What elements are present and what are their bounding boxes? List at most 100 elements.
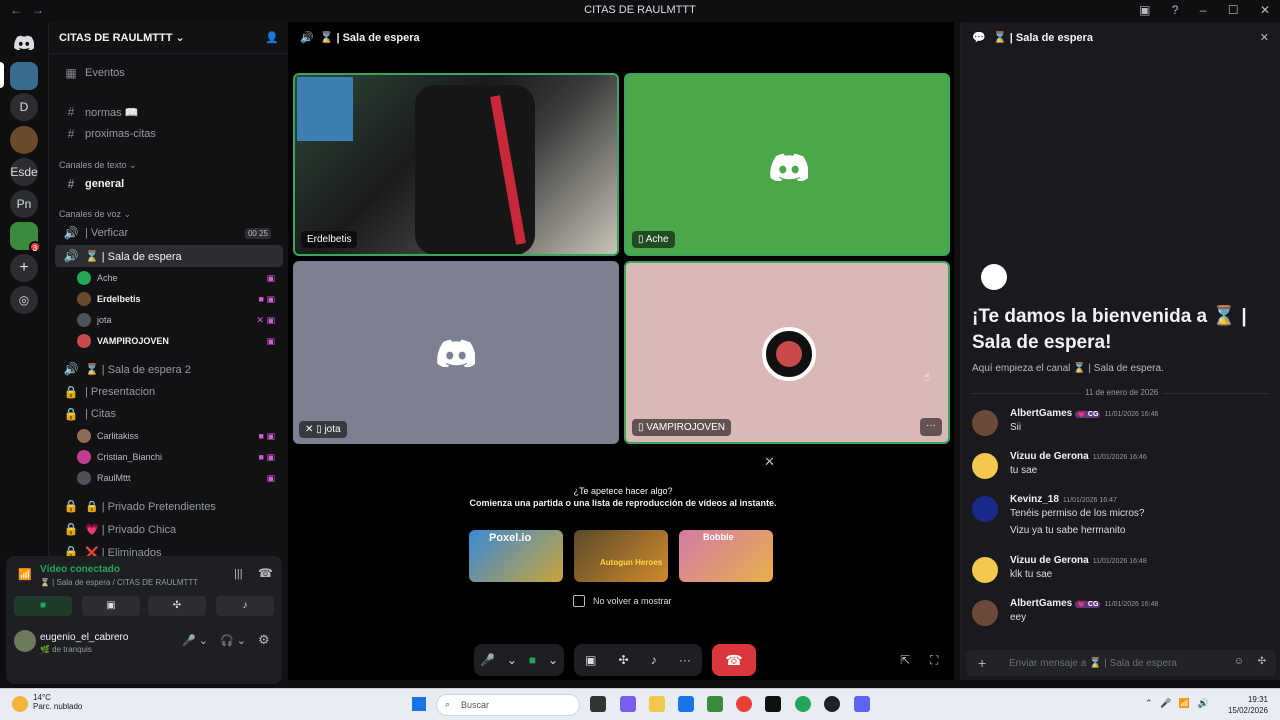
add-attachment-icon[interactable]: + [978, 655, 986, 671]
voice-channel-verficar[interactable]: 🔊 | Verficar 00 25 [55, 222, 283, 244]
store-icon[interactable] [678, 696, 694, 712]
github-icon[interactable] [824, 696, 840, 712]
close-window-button[interactable]: ✕ [1260, 3, 1270, 17]
windows-start-icon[interactable] [412, 697, 426, 711]
weather-widget[interactable]: 14°C Parc. nublado [33, 693, 82, 711]
invite-people-icon[interactable]: 👤 [265, 31, 279, 44]
microphone-icon[interactable]: 🎤 ⌄ [182, 634, 208, 647]
more-options-icon[interactable]: ··· [920, 418, 942, 436]
screen-share-icon[interactable]: ▣ [585, 653, 596, 667]
headphones-icon[interactable]: 🎧 ⌄ [220, 634, 246, 647]
maximize-button[interactable]: ☐ [1228, 3, 1239, 17]
discord-taskbar-icon[interactable] [854, 696, 870, 712]
camera-toggle-button[interactable]: ■ [14, 596, 72, 616]
voice-channel-info[interactable]: ⌛ | Sala de espera / CITAS DE RAULMTTT [40, 578, 198, 587]
taskbar-search[interactable]: ⌕ Buscar [436, 694, 580, 716]
voice-user[interactable]: Erdelbetis ■ ▣ [77, 289, 281, 309]
voice-user[interactable]: Ache ▣ [77, 268, 281, 288]
message-input-box[interactable]: + Enviar mensaje a ⌛ | Sala de espera ☺ … [966, 650, 1276, 676]
server-pn-icon[interactable]: Pn [10, 190, 38, 218]
voice-user[interactable]: Carlitakiss ■ ▣ [77, 426, 281, 446]
add-server-icon[interactable]: + [10, 254, 38, 282]
voice-channel-sala-de-espera[interactable]: 🔊 ⌛ | Sala de espera [55, 245, 283, 267]
voice-user[interactable]: Cristian_Bianchi ■ ▣ [77, 447, 281, 467]
voice-user[interactable]: RaulMttt ▣ [77, 468, 281, 488]
voice-channel-citas[interactable]: 🔒 | Citas [55, 403, 283, 425]
channel-normas[interactable]: # normas 📖 [55, 101, 283, 123]
voice-channel-privado-pretendientes[interactable]: 🔒 🔒 | Privado Pretendientes [55, 495, 283, 517]
camera-icon[interactable]: ■ [529, 653, 536, 667]
voice-channel-sala-de-espera-2[interactable]: 🔊 ⌛ | Sala de espera 2 [55, 358, 283, 380]
category-text[interactable]: Canales de texto ⌄ [59, 160, 137, 171]
activities-icon[interactable]: ✣ [619, 653, 629, 667]
message-input[interactable]: Enviar mensaje a ⌛ | Sala de espera [1009, 658, 1177, 669]
discover-icon[interactable]: ◎ [10, 286, 38, 314]
avatar[interactable] [972, 410, 998, 436]
taskbar-clock[interactable]: 19:31 15/02/2026 [1228, 694, 1268, 716]
close-chat-button[interactable]: ✕ [1260, 31, 1269, 44]
message-author[interactable]: AlbertGames [1010, 408, 1072, 419]
soundboard-icon[interactable]: ♪ [651, 653, 657, 667]
minimize-button[interactable]: – [1200, 3, 1207, 17]
game-card-bobble[interactable]: Bobble [679, 530, 773, 582]
server-avatar-icon[interactable] [10, 126, 38, 154]
browser-icon[interactable] [795, 696, 811, 712]
video-tile-vampirojoven[interactable]: ▯ VAMPIROJOVEN ··· [624, 261, 950, 444]
channel-proximas-citas[interactable]: # proximas-citas [55, 123, 283, 145]
app-icon[interactable] [707, 696, 723, 712]
message-author[interactable]: AlbertGames [1010, 598, 1072, 609]
signal-icon[interactable]: 📶 [18, 568, 32, 581]
no-show-checkbox[interactable] [573, 595, 585, 607]
tiktok-icon[interactable] [765, 696, 781, 712]
screen-share-button[interactable]: ▣ [82, 596, 140, 616]
file-explorer-icon[interactable] [649, 696, 665, 712]
video-tile-ache[interactable]: ▯ Ache [624, 73, 950, 256]
apps-icon[interactable]: ✣ [1258, 656, 1266, 667]
voice-user[interactable]: VAMPIROJOVEN ▣ [77, 331, 281, 351]
weather-icon[interactable] [12, 696, 28, 712]
hang-up-button[interactable]: ☎ [712, 644, 756, 676]
username[interactable]: eugenio_el_cabrero [40, 632, 128, 643]
close-activity-button[interactable]: ✕ [764, 454, 775, 470]
avatar[interactable] [972, 496, 998, 522]
voice-channel-presentacion[interactable]: 🔒 | Presentacion [55, 381, 283, 403]
copilot-icon[interactable] [620, 696, 636, 712]
chevron-down-icon[interactable]: ⌄ [548, 653, 558, 667]
video-tile-erdelbetis[interactable]: Erdelbetis [293, 73, 619, 256]
task-view-icon[interactable] [590, 696, 606, 712]
avatar[interactable] [972, 453, 998, 479]
activities-button[interactable]: ✣ [148, 596, 206, 616]
chevron-down-icon[interactable]: ⌄ [507, 653, 517, 667]
message-author[interactable]: Vizuu de Gerona [1010, 555, 1089, 566]
help-icon[interactable]: ? [1172, 3, 1179, 17]
popout-icon[interactable]: ⇱ [900, 653, 910, 667]
game-card-poxel[interactable]: Poxel.io [469, 530, 563, 582]
user-avatar[interactable] [14, 630, 36, 652]
disconnect-icon[interactable]: ☎ [258, 566, 273, 580]
voice-user[interactable]: jota ✕ ▣ [77, 310, 281, 330]
inbox-icon[interactable]: ▣ [1139, 3, 1150, 17]
settings-gear-icon[interactable]: ⚙ [258, 632, 270, 648]
server-esde-icon[interactable]: Esde [10, 158, 38, 186]
chrome-icon[interactable] [736, 696, 752, 712]
noise-suppression-icon[interactable]: ||| [234, 568, 243, 580]
system-tray-icons[interactable]: ⌃ 🎤 📶 🔊 [1145, 698, 1209, 709]
channel-general[interactable]: # general [55, 173, 283, 195]
server-citas-icon[interactable] [10, 62, 38, 90]
message-author[interactable]: Kevinz_18 [1010, 494, 1059, 505]
avatar[interactable] [972, 557, 998, 583]
events-item[interactable]: ▦ Eventos [55, 62, 283, 84]
discord-home-icon[interactable] [10, 28, 38, 56]
soundboard-button[interactable]: ♪ [216, 596, 274, 616]
game-card-autogun[interactable]: Autogun Heroes [574, 530, 668, 582]
message-author[interactable]: Vizuu de Gerona [1010, 451, 1089, 462]
microphone-icon[interactable]: 🎤 [480, 653, 495, 667]
more-icon[interactable]: ··· [679, 653, 691, 667]
server-zoe-icon[interactable]: 3 [10, 222, 41, 253]
avatar[interactable] [972, 600, 998, 626]
server-d-icon[interactable]: D [10, 93, 38, 121]
emoji-icon[interactable]: ☺ [1234, 656, 1244, 667]
video-tile-jota[interactable]: ✕ ▯ jota [293, 261, 619, 444]
voice-channel-privado-chica[interactable]: 🔒 💗 | Privado Chica [55, 518, 283, 540]
fullscreen-icon[interactable]: ⛶ [930, 653, 938, 668]
